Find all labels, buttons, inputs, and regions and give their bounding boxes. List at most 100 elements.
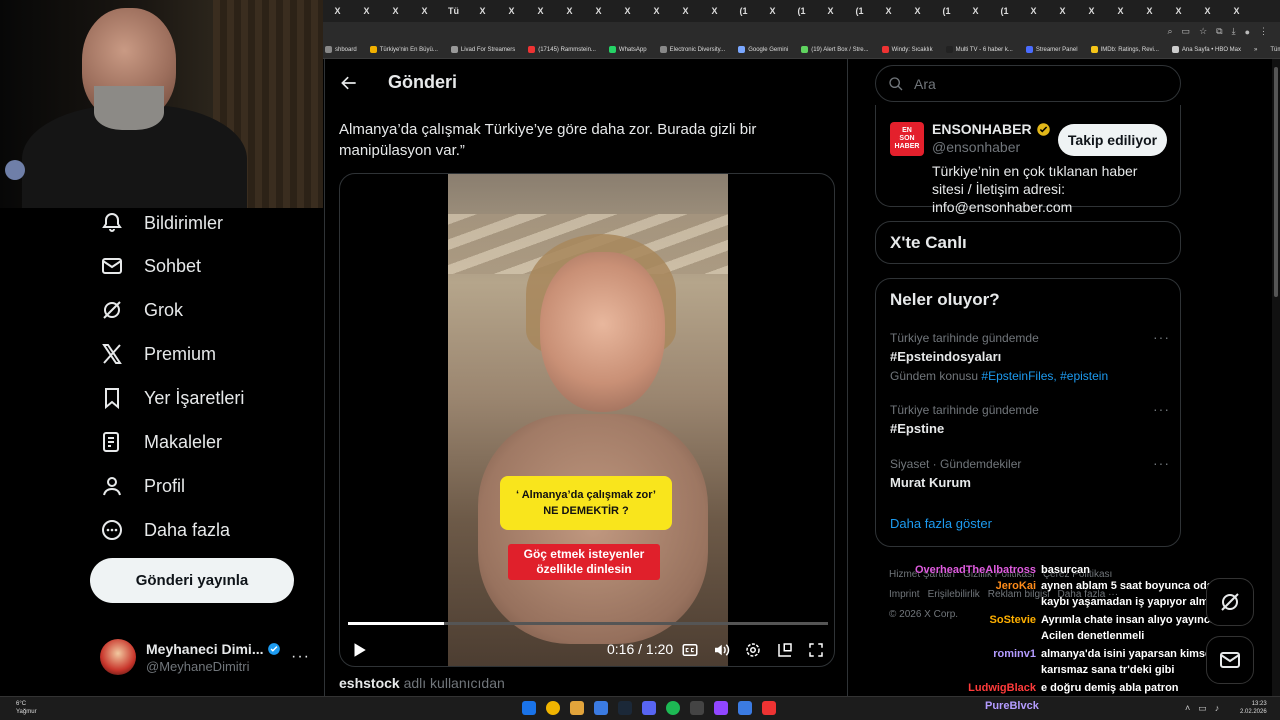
- browser-tab[interactable]: X: [1106, 0, 1135, 22]
- browser-tab[interactable]: X: [1164, 0, 1193, 22]
- account-switcher[interactable]: Meyhaneci Dimi... @MeyhaneDimitri ···: [100, 635, 310, 679]
- folder-icon[interactable]: [570, 701, 584, 715]
- zoom-icon[interactable]: ⌕: [1168, 26, 1173, 37]
- chat-username[interactable]: OverheadTheAlbatross: [915, 562, 1036, 578]
- browser-tab[interactable]: X: [584, 0, 613, 22]
- app-icon[interactable]: [690, 701, 704, 715]
- browser-tab[interactable]: X: [1193, 0, 1222, 22]
- browser-tab[interactable]: X: [758, 0, 787, 22]
- more-icon[interactable]: ···: [1153, 455, 1170, 471]
- video-progress-bar[interactable]: [348, 622, 828, 625]
- live-card[interactable]: X'te Canlı: [875, 221, 1181, 264]
- browser-tab[interactable]: X: [903, 0, 932, 22]
- browser-tab[interactable]: X: [352, 0, 381, 22]
- system-clock[interactable]: 13:23 2.02.2026: [1240, 700, 1267, 716]
- bookmark-item[interactable]: Multi TV - 6 haber k...: [945, 46, 1013, 53]
- nav-grok[interactable]: Grok: [100, 298, 183, 322]
- fullscreen-icon[interactable]: [807, 641, 825, 659]
- bookmark-item[interactable]: WhatsApp: [608, 46, 647, 53]
- browser-tab[interactable]: X: [613, 0, 642, 22]
- app-icon[interactable]: [738, 701, 752, 715]
- browser-tab[interactable]: (1: [729, 0, 758, 22]
- more-icon[interactable]: ···: [291, 648, 310, 666]
- nav-more[interactable]: Daha fazla: [100, 518, 230, 542]
- nav-bookmarks[interactable]: Yer İşaretleri: [100, 386, 244, 410]
- browser-tab[interactable]: X: [1135, 0, 1164, 22]
- extensions-icon[interactable]: ⧉: [1216, 26, 1222, 37]
- volume-icon[interactable]: ♪: [1215, 703, 1220, 714]
- nav-profile[interactable]: Profil: [100, 474, 185, 498]
- windows-start-icon[interactable]: [522, 701, 536, 715]
- bookmark-item[interactable]: Windy: Sıcaklık: [881, 46, 933, 53]
- page-scrollbar[interactable]: [1272, 59, 1280, 696]
- browser-tab[interactable]: X: [874, 0, 903, 22]
- trend-item[interactable]: Türkiye tarihinde gündemde #Epsteindosya…: [890, 329, 1170, 383]
- captions-icon[interactable]: [681, 641, 699, 659]
- browser-tab[interactable]: X: [410, 0, 439, 22]
- messages-floating-button[interactable]: [1206, 636, 1254, 684]
- bookmarks-overflow-icon[interactable]: »: [1254, 47, 1257, 53]
- back-arrow-icon[interactable]: [339, 73, 359, 93]
- bookmark-item[interactable]: (19) Alert Box / Stre...: [801, 46, 869, 53]
- browser-tab[interactable]: X: [381, 0, 410, 22]
- profile-icon[interactable]: ●: [1245, 27, 1250, 37]
- settings-gear-icon[interactable]: [744, 641, 762, 659]
- attribution-user[interactable]: eshstock: [339, 675, 400, 691]
- pip-icon[interactable]: [776, 641, 794, 659]
- browser-tab[interactable]: (1: [787, 0, 816, 22]
- show-more-link[interactable]: Daha fazla göster: [890, 516, 992, 531]
- video-player[interactable]: ‘ Almanya’da çalışmak zor’ NE DEMEKTİR ?…: [339, 173, 835, 667]
- network-icon[interactable]: ▭: [1198, 703, 1207, 714]
- spotify-icon[interactable]: [666, 701, 680, 715]
- browser-tab[interactable]: X: [1019, 0, 1048, 22]
- app-icon[interactable]: [762, 701, 776, 715]
- browser-tab[interactable]: X: [671, 0, 700, 22]
- trend-item[interactable]: Siyaset · Gündemdekiler Murat Kurum ···: [890, 455, 1170, 490]
- bookmark-item[interactable]: IMDb: Ratings, Revi...: [1090, 46, 1159, 53]
- bookmark-item[interactable]: Streamer Panel: [1025, 46, 1078, 53]
- volume-icon[interactable]: [712, 641, 730, 659]
- play-icon[interactable]: [350, 641, 368, 659]
- bookmark-item[interactable]: Electronic Diversity...: [659, 46, 725, 53]
- nav-articles[interactable]: Makaleler: [100, 430, 222, 454]
- browser-tab[interactable]: X: [961, 0, 990, 22]
- nav-chat[interactable]: Sohbet: [100, 254, 201, 278]
- browser-tab[interactable]: (1: [845, 0, 874, 22]
- chat-username[interactable]: JeroKai: [996, 578, 1036, 594]
- browser-tab[interactable]: X: [555, 0, 584, 22]
- chat-username[interactable]: SoStevie: [990, 612, 1036, 628]
- bookmark-item[interactable]: (17145) Rammstein...: [528, 46, 596, 53]
- weather-widget[interactable]: 6°C Yağmur: [16, 700, 37, 716]
- chrome-icon[interactable]: [546, 701, 560, 715]
- browser-tab[interactable]: X: [323, 0, 352, 22]
- browser-tab[interactable]: X: [642, 0, 671, 22]
- chevron-up-icon[interactable]: ˄: [1185, 703, 1190, 714]
- nav-notifications[interactable]: Bildirimler: [100, 211, 223, 235]
- bookmark-item[interactable]: Türkiye'nin En Büyü...: [369, 46, 438, 53]
- bookmark-item[interactable]: Google Gemini: [738, 46, 788, 53]
- steam-icon[interactable]: [618, 701, 632, 715]
- news-account-name[interactable]: ENSONHABER: [932, 121, 1032, 137]
- browser-tab[interactable]: Tü: [439, 0, 468, 22]
- nav-premium[interactable]: Premium: [100, 342, 216, 366]
- chat-username[interactable]: rominv1: [993, 646, 1036, 662]
- more-icon[interactable]: ···: [1153, 329, 1170, 345]
- download-icon[interactable]: ⤓: [1232, 26, 1236, 37]
- trend-item[interactable]: Türkiye tarihinde gündemde #Epstine ···: [890, 401, 1170, 436]
- browser-tab[interactable]: X: [1077, 0, 1106, 22]
- browser-tab[interactable]: X: [816, 0, 845, 22]
- browser-tab[interactable]: X: [1048, 0, 1077, 22]
- following-button[interactable]: Takip ediliyor: [1058, 124, 1167, 156]
- browser-tab[interactable]: X: [468, 0, 497, 22]
- menu-icon[interactable]: ⋮: [1259, 26, 1268, 37]
- browser-tab[interactable]: X: [1222, 0, 1251, 22]
- trend-related-links[interactable]: #EpsteinFiles, #epistein: [981, 369, 1108, 383]
- app-icon[interactable]: [594, 701, 608, 715]
- cast-icon[interactable]: ▭: [1182, 26, 1191, 37]
- discord-icon[interactable]: [642, 701, 656, 715]
- bookmark-item[interactable]: Ana Sayfa • HBO Max: [1171, 46, 1241, 53]
- star-icon[interactable]: ☆: [1199, 26, 1207, 37]
- bookmark-item[interactable]: shboard: [325, 46, 357, 53]
- all-bookmarks-button[interactable]: Tüm Yer İşaretleri: [1270, 47, 1280, 53]
- search-bar[interactable]: Ara: [875, 65, 1181, 102]
